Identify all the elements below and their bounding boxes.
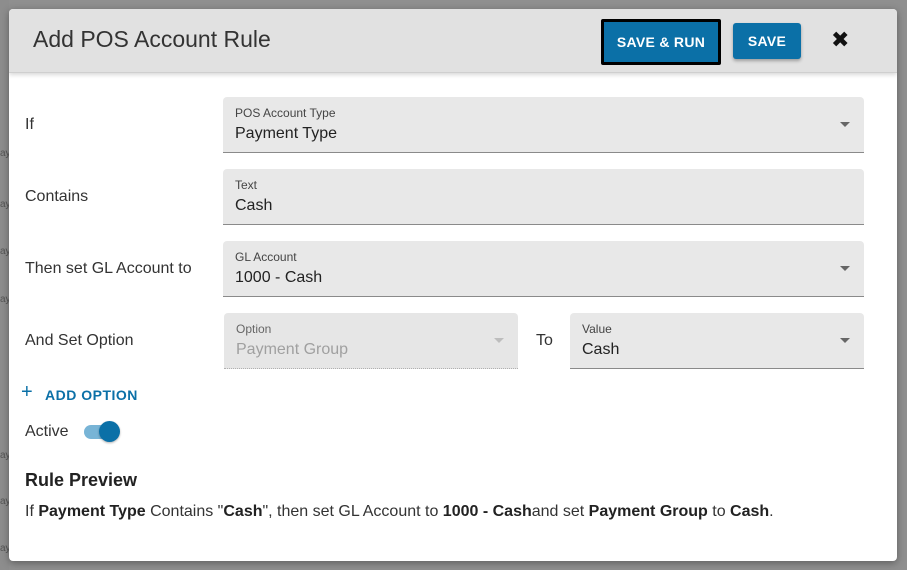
preview-pos-account-type: Payment Type [38,503,146,520]
gl-account-field-label: GL Account [235,250,297,264]
backdrop-overlay [0,0,9,570]
preview-gl-account: 1000 - Cash [442,503,532,520]
chevron-down-icon [494,338,504,343]
preview-text-segment: . [769,503,774,520]
backdrop-text-fragment: ay [0,543,9,554]
pos-account-type-select[interactable]: POS Account Type Payment Type [223,97,864,153]
option-value-select[interactable]: Value Cash [570,313,864,369]
dialog-header: Add POS Account Rule SAVE & RUN SAVE ✖ [9,9,897,73]
preview-text-segment: If [25,503,39,520]
backdrop-text-fragment: ay [0,246,9,257]
option-value: Payment Group [236,341,349,358]
contains-label: Contains [25,188,89,205]
pos-account-type-field-label: POS Account Type [235,106,336,120]
to-label: To [536,332,553,349]
backdrop-text-fragment: ay [0,199,9,210]
option-value-value: Cash [582,341,620,358]
value-field-label: Value [582,322,612,336]
chevron-down-icon [840,122,850,127]
backdrop-text-fragment: ay [0,294,9,305]
gl-account-row-label: Then set GL Account to [25,260,192,277]
option-field-label: Option [236,322,272,336]
backdrop-text-fragment: ay [0,148,9,159]
option-select: Option Payment Group [224,313,518,369]
add-pos-account-rule-dialog: Add POS Account Rule SAVE & RUN SAVE ✖ I… [9,9,897,561]
set-option-label: And Set Option [25,332,134,349]
gl-account-value: 1000 - Cash [235,269,323,286]
preview-text-segment: Contains " [145,503,224,520]
add-option-label: ADD OPTION [45,387,138,403]
active-toggle[interactable] [82,421,120,442]
rule-preview-text: If Payment Type Contains "Cash", then se… [25,503,774,521]
toggle-thumb [99,421,120,442]
rule-preview-heading: Rule Preview [25,470,138,490]
plus-icon: + [21,381,33,403]
preview-text-segment: and set [531,503,589,520]
save-button[interactable]: SAVE [733,23,801,59]
if-label: If [25,116,34,133]
pos-account-type-value: Payment Type [235,125,337,142]
dialog-title: Add POS Account Rule [33,26,271,52]
text-value: Cash [235,197,273,214]
close-icon[interactable]: ✖ [831,29,849,51]
backdrop-text-fragment: ay [0,496,9,507]
text-input[interactable]: Text Cash [223,169,864,225]
gl-account-select[interactable]: GL Account 1000 - Cash [223,241,864,297]
preview-text-segment: to [707,503,731,520]
backdrop-text-fragment: ay [0,450,9,461]
chevron-down-icon [840,266,850,271]
text-field-label: Text [235,178,258,192]
preview-text-value: Cash [223,503,263,520]
active-label: Active [25,423,69,440]
save-and-run-button[interactable]: SAVE & RUN [601,19,721,65]
preview-option-value: Cash [730,503,770,520]
preview-option: Payment Group [588,503,708,520]
preview-text-segment: ", then set GL Account to [262,503,443,520]
chevron-down-icon [840,338,850,343]
